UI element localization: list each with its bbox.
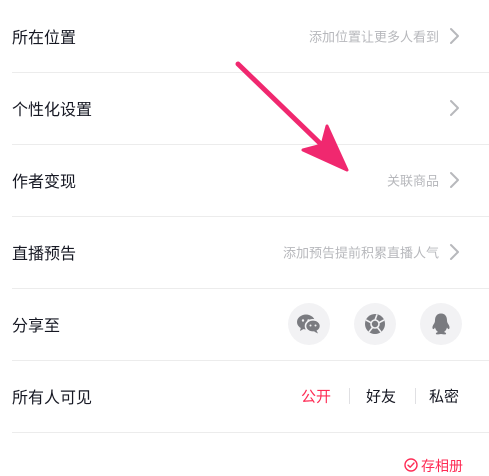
personalize-label: 个性化设置: [12, 100, 93, 119]
share-row: 分享至: [12, 288, 489, 361]
option-divider: [349, 388, 350, 404]
location-label: 所在位置: [12, 28, 77, 47]
moments-icon: [363, 312, 387, 336]
chevron-right-icon: [449, 243, 461, 261]
location-hint: 添加位置让更多人看到: [308, 30, 439, 46]
monetize-row[interactable]: 作者变现 关联商品: [12, 144, 489, 217]
monetize-label: 作者变现: [12, 172, 77, 191]
qq-icon: [430, 312, 452, 336]
wechat-icon: [296, 313, 322, 335]
live-preview-label: 直播预告: [12, 244, 77, 263]
visibility-option-public[interactable]: 公开: [301, 386, 331, 407]
monetize-hint: 关联商品: [386, 174, 439, 190]
visibility-row: 所有人可见 公开 好友 私密: [12, 360, 489, 433]
save-album-toggle[interactable]: 存相册: [404, 456, 463, 476]
visibility-option-friends[interactable]: 好友: [366, 386, 396, 407]
share-qq-button[interactable]: [420, 303, 462, 345]
save-album-label: 存相册: [421, 459, 463, 475]
live-preview-row[interactable]: 直播预告 添加预告提前积累直播人气: [12, 216, 489, 289]
share-label: 分享至: [12, 316, 61, 335]
option-divider: [415, 388, 416, 404]
share-wechat-button[interactable]: [288, 303, 330, 345]
chevron-right-icon: [449, 27, 461, 45]
share-moments-button[interactable]: [354, 303, 396, 345]
chevron-right-icon: [449, 171, 461, 189]
location-row[interactable]: 所在位置 添加位置让更多人看到: [12, 0, 489, 73]
visibility-option-private[interactable]: 私密: [429, 386, 459, 407]
chevron-right-icon: [449, 99, 461, 117]
live-preview-hint: 添加预告提前积累直播人气: [282, 246, 439, 262]
check-circle-icon: [404, 457, 418, 476]
visibility-label: 所有人可见: [12, 388, 93, 407]
personalize-row[interactable]: 个性化设置: [12, 72, 489, 145]
